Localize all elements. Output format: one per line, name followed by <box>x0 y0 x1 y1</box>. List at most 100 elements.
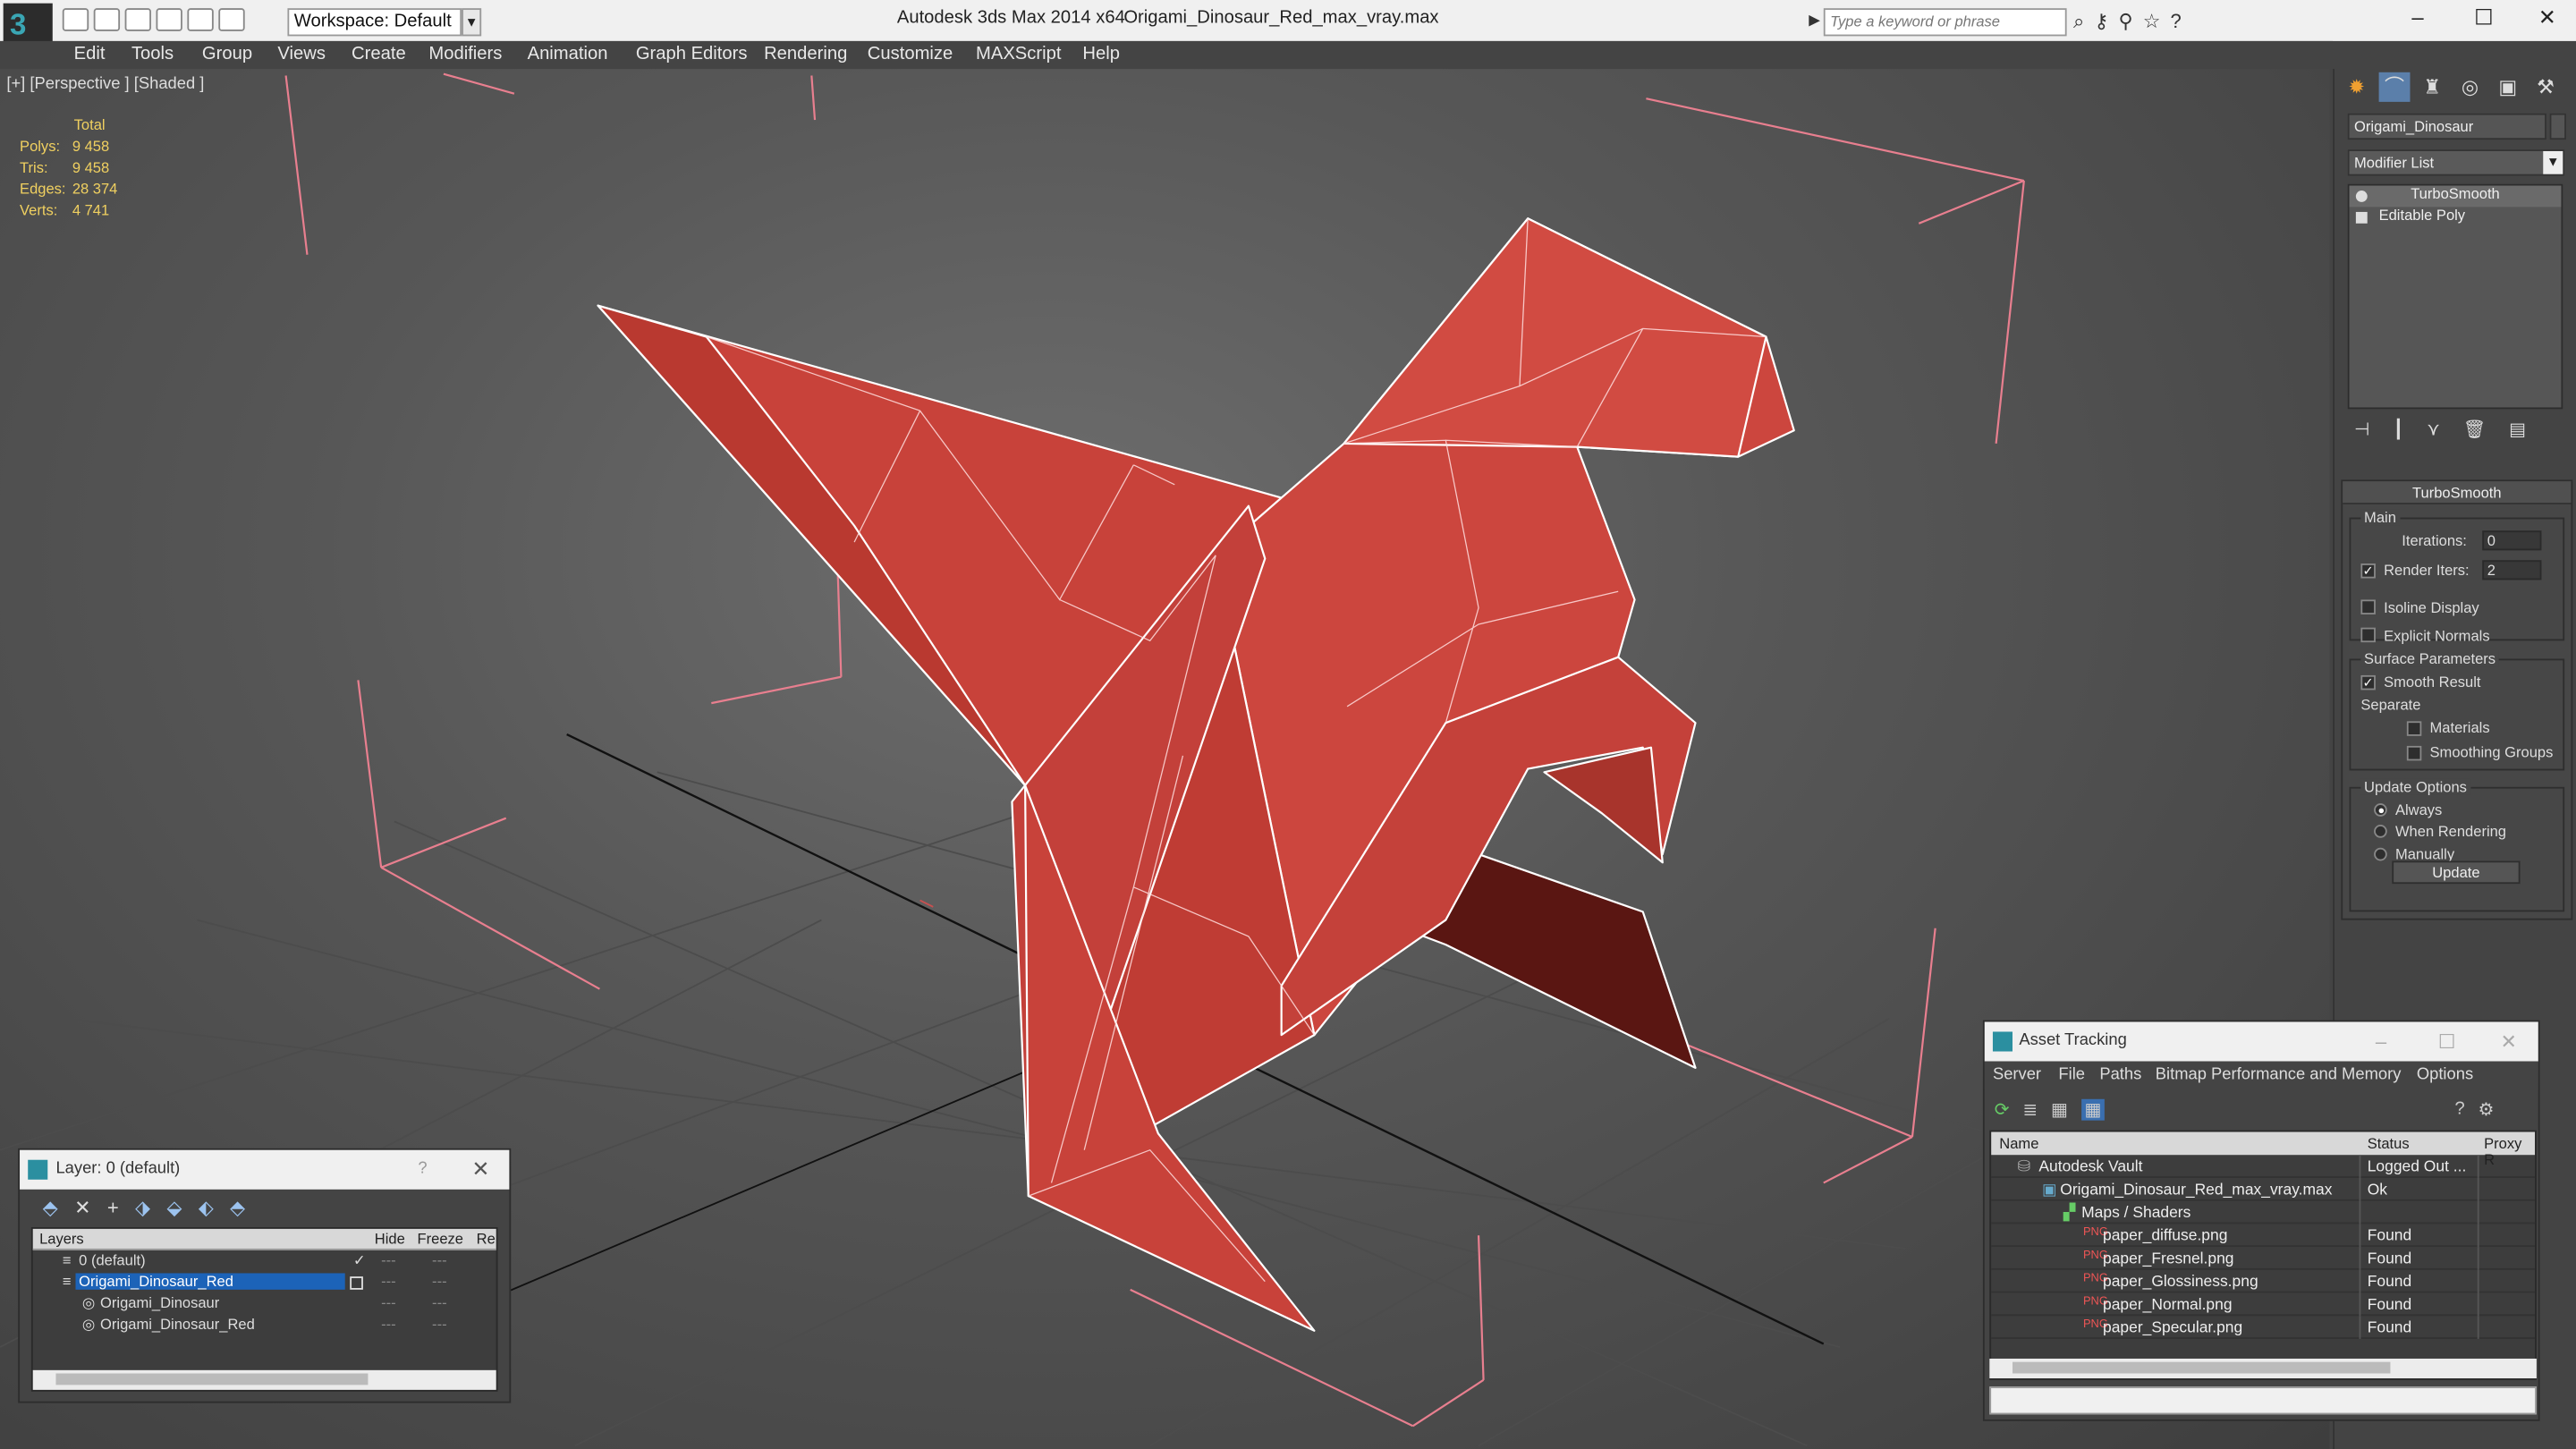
object-color-swatch[interactable] <box>2549 113 2566 140</box>
create-layer-icon[interactable]: ⬘ <box>43 1196 58 1219</box>
layer-row[interactable]: ≡ 0 (default) ✓ --- --- <box>33 1250 496 1272</box>
col-layers[interactable]: Layers <box>39 1231 84 1247</box>
menu-file[interactable]: File <box>2058 1066 2085 1084</box>
col-render[interactable]: Re <box>477 1231 496 1247</box>
utilities-tab-icon[interactable]: ⚒ <box>2530 72 2562 102</box>
menu-modifiers[interactable]: Modifiers <box>428 45 502 64</box>
asset-row[interactable]: ▞ Maps / Shaders <box>1991 1200 2536 1224</box>
display-tab-icon[interactable]: ▣ <box>2492 72 2523 102</box>
close-button[interactable]: ✕ <box>2538 5 2556 31</box>
isoline-checkbox[interactable] <box>2360 599 2376 614</box>
freeze-all-icon[interactable]: ⬘ <box>230 1196 245 1219</box>
highlight-layer-icon[interactable]: ⬙ <box>167 1196 182 1219</box>
menu-animation[interactable]: Animation <box>528 45 608 64</box>
maximize-button[interactable]: ☐ <box>2438 1021 2456 1061</box>
lightbulb-icon[interactable] <box>2355 191 2368 202</box>
open-file-icon[interactable] <box>93 8 121 31</box>
freeze-toggle[interactable]: --- <box>432 1273 447 1289</box>
stack-item-turbosmooth[interactable]: TurboSmooth <box>2349 185 2562 208</box>
asset-row[interactable]: PNG paper_diffuse.png Found <box>1991 1224 2536 1248</box>
menu-paths[interactable]: Paths <box>2099 1066 2141 1084</box>
asset-row[interactable]: PNG paper_Glossiness.png Found <box>1991 1269 2536 1293</box>
scrollbar-thumb[interactable] <box>2012 1361 2391 1374</box>
col-name[interactable]: Name <box>1999 1135 2038 1151</box>
asset-row[interactable]: ⛁ Autodesk Vault Logged Out ... <box>1991 1155 2536 1178</box>
stack-item-editable-poly[interactable]: Editable Poly <box>2350 207 2562 228</box>
object-name-field[interactable]: Origami_Dinosaur <box>2347 113 2546 140</box>
make-unique-icon[interactable]: ⋎ <box>2427 419 2440 440</box>
viewport-label[interactable]: [+] [Perspective ] [Shaded ] <box>6 75 204 93</box>
key-icon[interactable]: ⚷ <box>2094 10 2108 35</box>
freeze-toggle[interactable]: --- <box>432 1294 447 1310</box>
hierarchy-tab-icon[interactable]: ♜ <box>2417 72 2448 102</box>
save-file-icon[interactable] <box>124 8 151 31</box>
help-icon[interactable]: ? <box>418 1150 427 1190</box>
render-iters-spinner[interactable]: 2 <box>2482 560 2542 580</box>
list-view-icon[interactable]: ≣ <box>2022 1099 2038 1121</box>
smoothing-groups-checkbox[interactable] <box>2406 745 2422 761</box>
layer-row[interactable]: ◎ Origami_Dinosaur_Red --- --- <box>33 1314 496 1335</box>
add-to-layer-icon[interactable]: + <box>107 1196 119 1219</box>
refresh-icon[interactable]: ⟳ <box>1995 1099 2010 1121</box>
col-hide[interactable]: Hide <box>375 1231 405 1247</box>
hide-toggle[interactable]: --- <box>381 1294 396 1310</box>
undo-icon[interactable] <box>156 8 182 31</box>
render-iters-checkbox[interactable]: ✓ <box>2360 563 2376 579</box>
settings-icon[interactable]: ⚙ <box>2478 1099 2494 1121</box>
rollout-header[interactable]: TurboSmooth <box>2343 481 2572 504</box>
chevron-down-icon[interactable]: ▼ <box>462 8 482 37</box>
menu-options[interactable]: Options <box>2417 1066 2473 1084</box>
freeze-toggle[interactable]: --- <box>432 1316 447 1332</box>
menu-group[interactable]: Group <box>202 45 252 64</box>
modifier-list-dropdown[interactable]: Modifier List ▼ <box>2347 149 2565 176</box>
menu-views[interactable]: Views <box>277 45 326 64</box>
menu-create[interactable]: Create <box>352 45 406 64</box>
modify-tab-icon[interactable]: ⌒ <box>2378 72 2411 102</box>
close-icon[interactable]: ✕ <box>471 1150 489 1190</box>
menu-server[interactable]: Server <box>1993 1066 2041 1084</box>
freeze-toggle[interactable]: --- <box>432 1252 447 1268</box>
col-freeze[interactable]: Freeze <box>418 1231 463 1247</box>
configure-sets-icon[interactable]: ▤ <box>2509 419 2526 440</box>
maximize-button[interactable]: ☐ <box>2474 5 2493 31</box>
workspace-dropdown[interactable]: Workspace: Default <box>287 8 462 37</box>
smooth-result-checkbox[interactable]: ✓ <box>2360 674 2376 691</box>
layer-row[interactable]: ◎ Origami_Dinosaur --- --- <box>33 1293 496 1315</box>
select-objects-icon[interactable]: ⬗ <box>135 1196 150 1219</box>
asset-row[interactable]: PNG paper_Normal.png Found <box>1991 1292 2536 1317</box>
tree-view-icon[interactable]: ▦ <box>2051 1099 2068 1121</box>
plus-icon[interactable] <box>2355 211 2368 224</box>
materials-checkbox[interactable] <box>2406 721 2422 736</box>
motion-tab-icon[interactable]: ◎ <box>2454 72 2486 102</box>
menu-tools[interactable]: Tools <box>131 45 174 64</box>
pin-stack-icon[interactable]: ⊣ <box>2354 419 2370 440</box>
col-status[interactable]: Status <box>2368 1135 2410 1151</box>
binoculars-icon[interactable]: ⌕ <box>2073 10 2084 35</box>
menu-maxscript[interactable]: MAXScript <box>976 45 1061 64</box>
update-button[interactable]: Update <box>2392 860 2521 885</box>
asset-path-field[interactable] <box>1989 1386 2537 1415</box>
manually-radio[interactable] <box>2374 847 2387 861</box>
signin-icon[interactable]: ⚲ <box>2119 10 2133 35</box>
horizontal-scrollbar[interactable] <box>32 1369 496 1390</box>
show-end-result-icon[interactable]: ┃ <box>2393 419 2403 440</box>
scrollbar-thumb[interactable] <box>55 1373 369 1385</box>
explicit-normals-checkbox[interactable] <box>2360 627 2376 643</box>
menu-bitmap-performance[interactable]: Bitmap Performance and Memory <box>2156 1066 2402 1084</box>
horizontal-scrollbar[interactable] <box>1989 1358 2537 1379</box>
help-icon[interactable]: ? <box>2170 10 2181 35</box>
star-icon[interactable]: ☆ <box>2143 10 2161 35</box>
new-file-icon[interactable] <box>62 8 89 31</box>
close-button[interactable]: ✕ <box>2501 1021 2517 1061</box>
asset-row[interactable]: PNG paper_Specular.png Found <box>1991 1316 2536 1339</box>
hide-all-icon[interactable]: ⬖ <box>199 1196 214 1219</box>
current-layer-box[interactable] <box>350 1276 363 1290</box>
hide-toggle[interactable]: --- <box>381 1252 396 1268</box>
always-radio[interactable] <box>2374 803 2387 817</box>
delete-layer-icon[interactable]: ✕ <box>74 1196 90 1219</box>
menu-edit[interactable]: Edit <box>74 45 106 64</box>
search-input[interactable]: Type a keyword or phrase <box>1823 8 2067 37</box>
menu-customize[interactable]: Customize <box>868 45 953 64</box>
remove-modifier-icon[interactable]: 🗑 <box>2463 419 2487 440</box>
hide-toggle[interactable]: --- <box>381 1273 396 1289</box>
